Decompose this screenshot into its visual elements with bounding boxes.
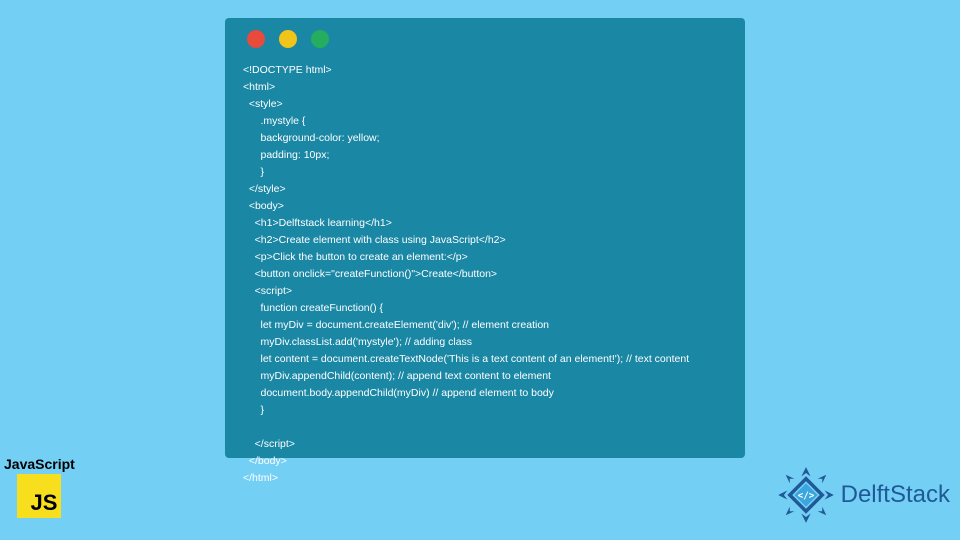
delftstack-icon: </> xyxy=(777,466,835,524)
close-icon xyxy=(247,30,265,48)
maximize-icon xyxy=(311,30,329,48)
minimize-icon xyxy=(279,30,297,48)
code-window: <!DOCTYPE html> <html> <style> .mystyle … xyxy=(225,18,745,458)
js-label: JavaScript xyxy=(4,456,75,472)
svg-text:</>: </> xyxy=(797,490,814,501)
window-controls xyxy=(247,30,727,48)
javascript-badge: JavaScript JS xyxy=(4,456,75,518)
brand-logo: </> DelftStack xyxy=(777,466,950,524)
js-logo-text: JS xyxy=(30,490,57,516)
js-logo-icon: JS xyxy=(17,474,61,518)
brand-name: DelftStack xyxy=(841,481,950,509)
code-block: <!DOCTYPE html> <html> <style> .mystyle … xyxy=(243,62,727,487)
